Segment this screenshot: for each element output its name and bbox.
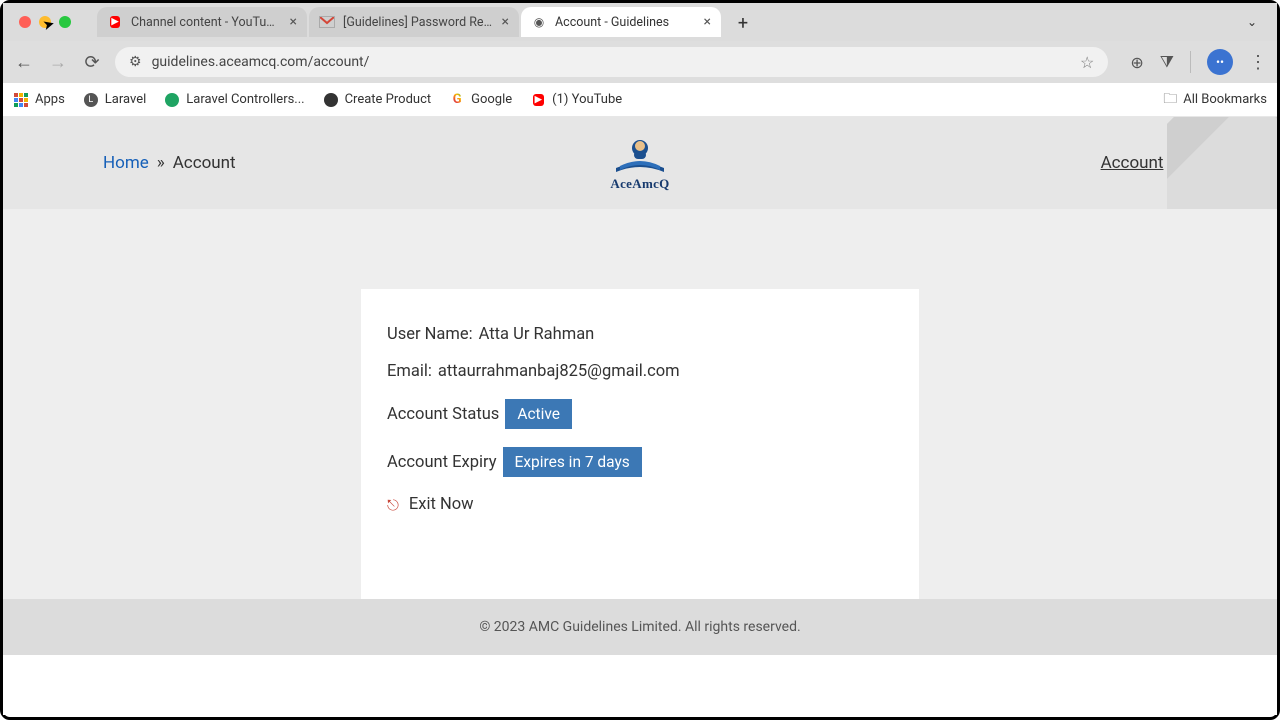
globe-icon: ◉ — [531, 14, 547, 30]
bookmark-item[interactable]: Laravel Controllers... — [164, 92, 304, 108]
youtube-icon: ▶ — [107, 14, 123, 30]
site-icon — [164, 92, 180, 108]
breadcrumb: Home » Account — [103, 153, 236, 173]
browser-tab-active[interactable]: ◉ Account - Guidelines × — [521, 7, 721, 37]
expiry-row: Account Expiry Expires in 7 days — [387, 447, 893, 477]
status-badge: Active — [505, 399, 572, 429]
expiry-label: Account Expiry — [387, 453, 497, 472]
site-icon — [323, 92, 339, 108]
brand-name: AceAmcQ — [610, 176, 670, 192]
close-tab-icon[interactable]: × — [704, 14, 711, 30]
bookmark-label: Laravel — [105, 92, 146, 107]
username-row: User Name: Atta Ur Rahman — [387, 325, 893, 344]
exit-link[interactable]: ⎋ Exit Now — [387, 495, 893, 514]
page-header: Home » Account AceAmcQ Account ▾ — [3, 117, 1277, 209]
username-value: Atta Ur Rahman — [479, 325, 595, 344]
bookmark-apps[interactable]: Apps — [13, 92, 65, 108]
apps-icon — [13, 92, 29, 108]
browser-tab[interactable]: ▶ Channel content - YouTube St × — [97, 7, 307, 37]
account-card: User Name: Atta Ur Rahman Email: attaurr… — [361, 289, 919, 599]
tab-label: [Guidelines] Password Reset — [343, 15, 494, 30]
bookmark-label: Laravel Controllers... — [186, 92, 304, 107]
address-bar[interactable]: ⚙ guidelines.aceamcq.com/account/ ☆ — [115, 47, 1108, 77]
breadcrumb-home-link[interactable]: Home — [103, 153, 149, 173]
menu-icon[interactable]: ⋮ — [1249, 52, 1267, 73]
translate-icon[interactable]: ⊕ — [1130, 53, 1143, 72]
reload-button[interactable]: ⟳ — [81, 52, 103, 73]
close-window-icon[interactable] — [19, 16, 31, 28]
status-row: Account Status Active — [387, 399, 893, 429]
tab-label: Account - Guidelines — [555, 15, 696, 30]
account-menu[interactable]: Account ▾ — [1101, 153, 1177, 173]
maximize-window-icon[interactable] — [59, 16, 71, 28]
expiry-badge: Expires in 7 days — [503, 447, 642, 477]
footer-text: © 2023 AMC Guidelines Limited. All right… — [479, 619, 800, 635]
breadcrumb-separator: » — [157, 153, 165, 173]
site-info-icon[interactable]: ⚙ — [129, 54, 142, 70]
bookmark-item[interactable]: ▶ (1) YouTube — [530, 92, 622, 108]
email-row: Email: attaurrahmanbaj825@gmail.com — [387, 362, 893, 381]
gmail-icon — [319, 14, 335, 30]
browser-toolbar: ← → ⟳ ⚙ guidelines.aceamcq.com/account/ … — [3, 41, 1277, 83]
bookmark-item[interactable]: L Laravel — [83, 92, 146, 108]
close-tab-icon[interactable]: × — [502, 14, 509, 30]
bookmark-label: (1) YouTube — [552, 92, 622, 107]
all-bookmarks-button[interactable]: 🗀 All Bookmarks — [1163, 88, 1267, 112]
header-decoration — [1167, 117, 1277, 209]
blank-area — [3, 655, 1277, 715]
tab-label: Channel content - YouTube St — [131, 15, 282, 30]
extensions-icon[interactable]: ⧩ — [1160, 52, 1174, 72]
page-footer: © 2023 AMC Guidelines Limited. All right… — [3, 599, 1277, 655]
bookmark-label: Apps — [35, 92, 65, 107]
account-menu-label: Account — [1101, 153, 1164, 173]
tab-overflow-icon[interactable]: ⌄ — [1247, 15, 1257, 29]
url-text: guidelines.aceamcq.com/account/ — [152, 54, 1070, 70]
bookmark-item[interactable]: Create Product — [323, 92, 432, 108]
all-bookmarks-label: All Bookmarks — [1183, 92, 1267, 107]
forward-button[interactable]: → — [47, 52, 69, 73]
google-icon: G — [449, 92, 465, 108]
toolbar-right: ⊕ ⧩ •• ⋮ — [1130, 49, 1267, 75]
bookmark-item[interactable]: G Google — [449, 92, 512, 108]
window-titlebar: ➤ ▶ Channel content - YouTube St × [Guid… — [3, 3, 1277, 41]
close-tab-icon[interactable]: × — [290, 14, 297, 30]
status-label: Account Status — [387, 405, 499, 424]
username-label: User Name: — [387, 325, 473, 344]
logo-icon — [610, 134, 670, 176]
bookmark-label: Google — [471, 92, 512, 107]
browser-tab[interactable]: [Guidelines] Password Reset × — [309, 7, 519, 37]
youtube-icon: ▶ — [530, 92, 546, 108]
bookmark-label: Create Product — [345, 92, 432, 107]
new-tab-button[interactable]: + — [729, 9, 757, 37]
back-button[interactable]: ← — [13, 52, 35, 73]
email-label: Email: — [387, 362, 432, 381]
breadcrumb-current: Account — [173, 153, 236, 173]
exit-label: Exit Now — [409, 495, 474, 514]
browser-tabs: ▶ Channel content - YouTube St × [Guidel… — [97, 7, 757, 37]
separator — [1190, 51, 1191, 73]
site-logo[interactable]: AceAmcQ — [610, 134, 670, 192]
laravel-icon: L — [83, 92, 99, 108]
profile-avatar[interactable]: •• — [1207, 49, 1233, 75]
folder-icon: 🗀 — [1163, 88, 1177, 112]
sign-out-icon: ⎋ — [387, 496, 399, 514]
email-value: attaurrahmanbaj825@gmail.com — [438, 362, 680, 381]
bookmarks-bar: Apps L Laravel Laravel Controllers... Cr… — [3, 83, 1277, 117]
bookmark-star-icon[interactable]: ☆ — [1080, 53, 1094, 72]
page-body: User Name: Atta Ur Rahman Email: attaurr… — [3, 209, 1277, 599]
